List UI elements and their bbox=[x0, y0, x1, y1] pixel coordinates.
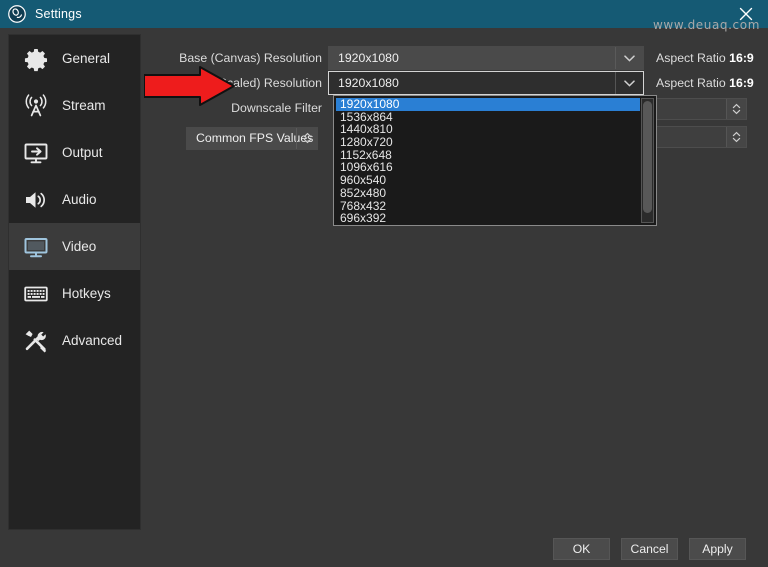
sidebar-item-label: Stream bbox=[62, 98, 106, 113]
sidebar-item-label: Advanced bbox=[62, 333, 123, 348]
sidebar-item-label: Video bbox=[62, 239, 97, 254]
obs-logo-icon bbox=[8, 5, 26, 23]
output-resolution-value: 1920x1080 bbox=[338, 76, 399, 90]
output-aspect-value: 16:9 bbox=[729, 76, 754, 90]
dialog-footer: OK Cancel Apply bbox=[0, 530, 768, 567]
base-aspect-value: 16:9 bbox=[729, 51, 754, 65]
output-resolution-combobox[interactable]: 1920x1080 bbox=[328, 71, 644, 95]
dropdown-option[interactable]: 696x392 bbox=[336, 212, 640, 223]
downscale-filter-label: Downscale Filter bbox=[231, 101, 322, 115]
chevron-down-icon[interactable] bbox=[615, 47, 643, 69]
common-fps-values-combobox[interactable]: Common FPS Values bbox=[186, 126, 318, 150]
keyboard-icon bbox=[22, 280, 50, 308]
obs-settings-window: Settings General Stream Output Audio Vid… bbox=[0, 0, 768, 567]
sidebar-item-video[interactable]: Video bbox=[9, 223, 140, 270]
fps-numerator-spinbox[interactable] bbox=[655, 98, 747, 120]
sidebar-item-audio[interactable]: Audio bbox=[9, 176, 140, 223]
base-resolution-label: Base (Canvas) Resolution bbox=[179, 51, 322, 65]
fps-denominator-spinbox[interactable] bbox=[655, 126, 747, 148]
dropdown-scrollbar[interactable] bbox=[641, 98, 654, 223]
output-resolution-label: Output (Scaled) Resolution bbox=[174, 76, 322, 90]
apply-button[interactable]: Apply bbox=[689, 538, 746, 560]
dropdown-option[interactable]: 852x480 bbox=[336, 187, 640, 200]
settings-sidebar: General Stream Output Audio Video Hotkey… bbox=[8, 34, 141, 530]
base-resolution-combobox[interactable]: 1920x1080 bbox=[328, 46, 644, 70]
dropdown-option[interactable]: 960x540 bbox=[336, 174, 640, 187]
ok-button[interactable]: OK bbox=[553, 538, 610, 560]
spinner-icon[interactable] bbox=[296, 127, 317, 149]
base-resolution-row: Base (Canvas) Resolution 1920x1080 Aspec… bbox=[150, 46, 760, 70]
cancel-button[interactable]: Cancel bbox=[621, 538, 678, 560]
output-resolution-dropdown-list[interactable]: 1920x1080 1536x864 1440x810 1280x720 115… bbox=[333, 95, 657, 226]
base-aspect-ratio: Aspect Ratio 16:9 bbox=[656, 51, 754, 65]
spinner-icon[interactable] bbox=[726, 99, 746, 119]
dropdown-option[interactable]: 1920x1080 bbox=[336, 98, 640, 111]
monitor-arrow-icon bbox=[22, 139, 50, 167]
output-resolution-row: Output (Scaled) Resolution 1920x1080 Asp… bbox=[150, 71, 760, 95]
tools-icon bbox=[22, 327, 50, 355]
chevron-down-icon[interactable] bbox=[615, 72, 643, 94]
output-aspect-ratio: Aspect Ratio 16:9 bbox=[656, 76, 754, 90]
speaker-icon bbox=[22, 186, 50, 214]
sidebar-item-label: Audio bbox=[62, 192, 97, 207]
common-fps-values-label: Common FPS Values bbox=[196, 131, 314, 145]
dropdown-options: 1920x1080 1536x864 1440x810 1280x720 115… bbox=[336, 98, 640, 223]
sidebar-item-label: Hotkeys bbox=[62, 286, 111, 301]
antenna-icon bbox=[22, 92, 50, 120]
sidebar-item-hotkeys[interactable]: Hotkeys bbox=[9, 270, 140, 317]
sidebar-item-label: General bbox=[62, 51, 111, 66]
sidebar-item-output[interactable]: Output bbox=[9, 129, 140, 176]
output-aspect-label: Aspect Ratio bbox=[656, 76, 726, 90]
dropdown-option[interactable]: 1280x720 bbox=[336, 136, 640, 149]
gear-icon bbox=[22, 45, 50, 73]
scrollbar-thumb[interactable] bbox=[643, 101, 652, 213]
spinner-icon[interactable] bbox=[726, 127, 746, 147]
base-aspect-label: Aspect Ratio bbox=[656, 51, 726, 65]
sidebar-item-label: Output bbox=[62, 145, 103, 160]
sidebar-item-advanced[interactable]: Advanced bbox=[9, 317, 140, 364]
site-watermark: www.deuaq.com bbox=[653, 18, 760, 32]
monitor-icon bbox=[22, 233, 50, 261]
sidebar-item-general[interactable]: General bbox=[9, 35, 140, 82]
sidebar-item-stream[interactable]: Stream bbox=[9, 82, 140, 129]
window-title: Settings bbox=[35, 7, 82, 21]
base-resolution-value: 1920x1080 bbox=[338, 51, 399, 65]
